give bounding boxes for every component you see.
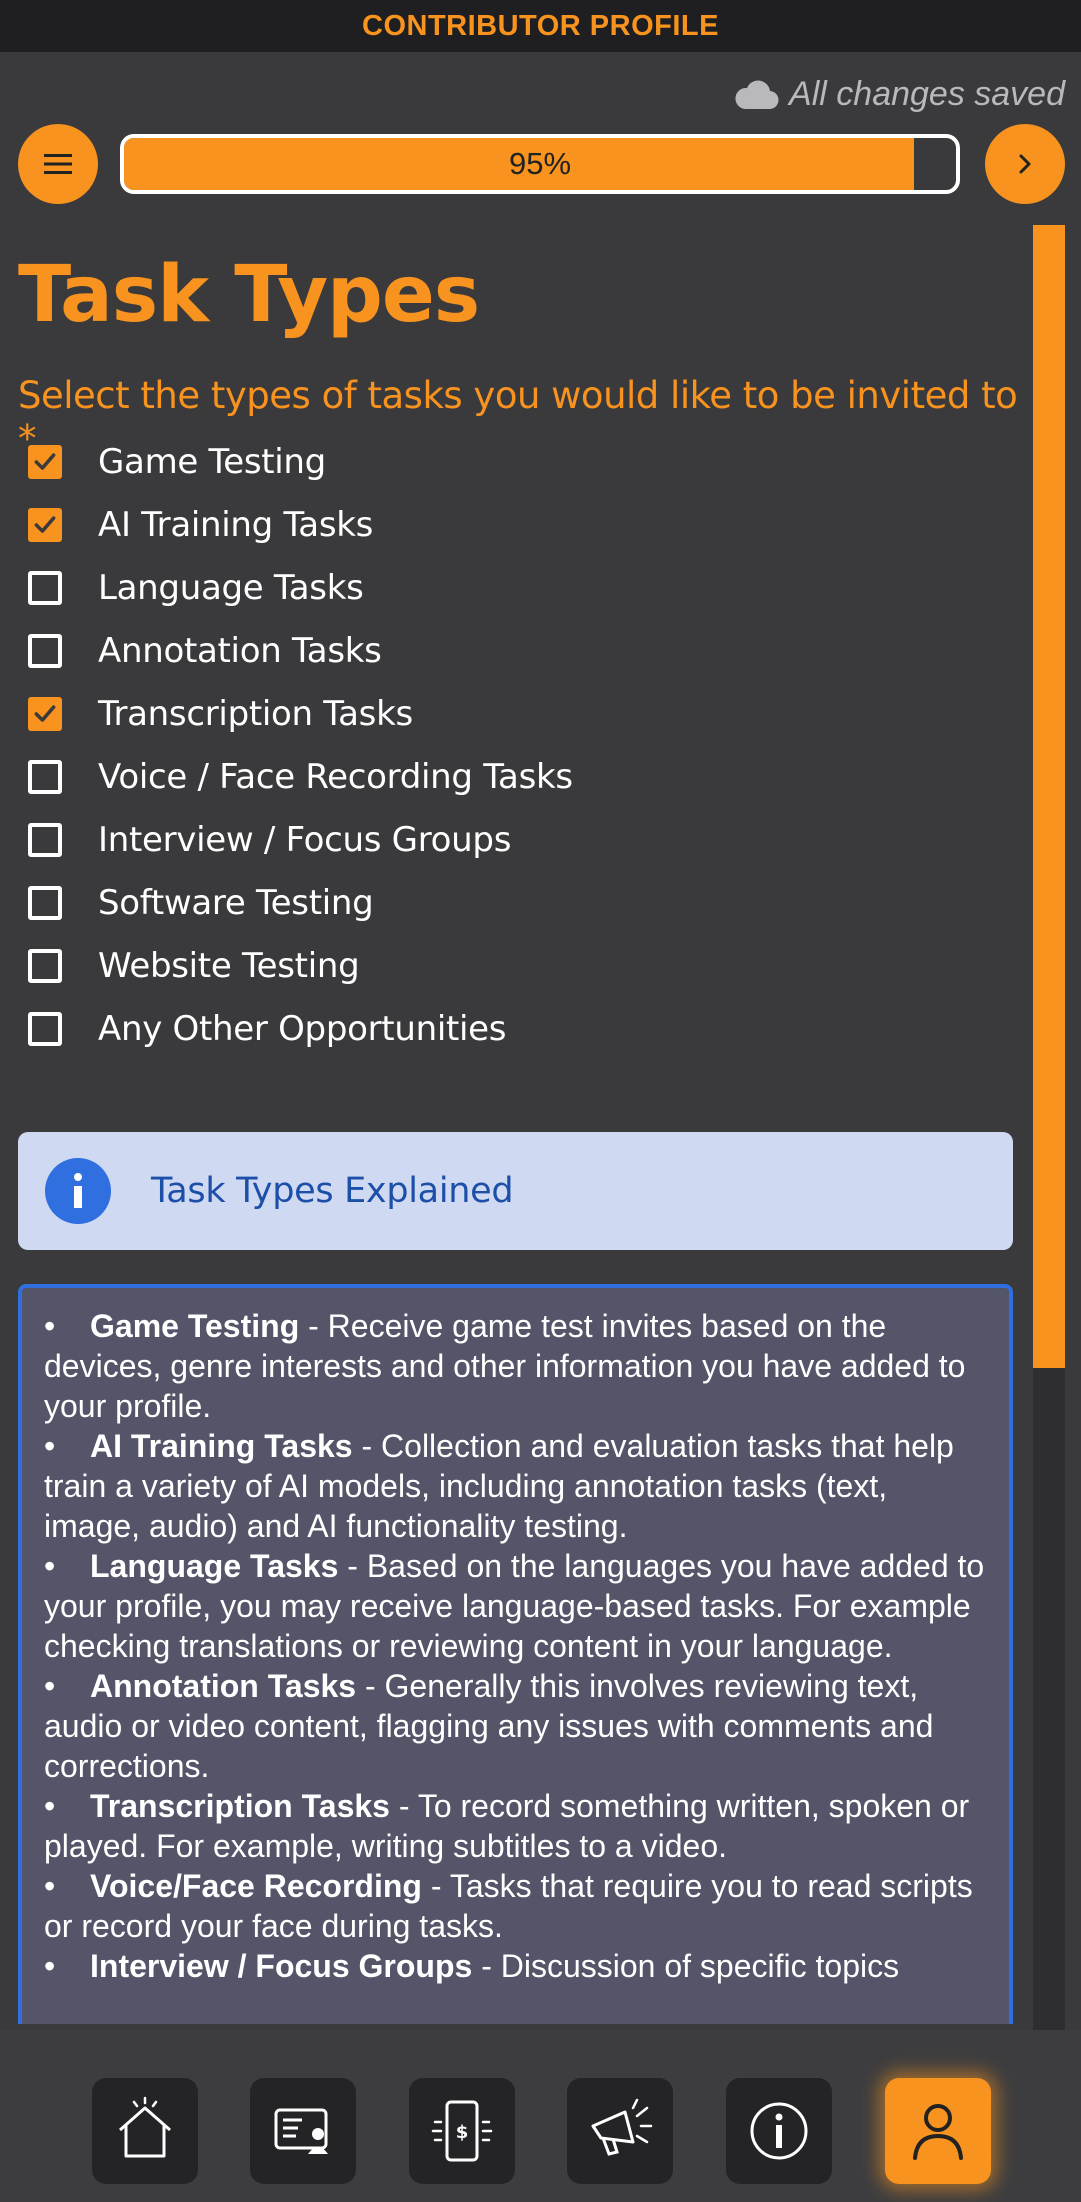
task-option-label: Transcription Tasks [98, 693, 413, 734]
task-option-label: AI Training Tasks [98, 504, 374, 545]
user-icon [913, 2104, 963, 2160]
explanation-item: Language Tasks - Based on the languages … [44, 1546, 987, 1666]
task-option-label: Language Tasks [98, 567, 364, 608]
nav-button-payment-phone[interactable]: $ [409, 2078, 515, 2184]
explanation-term: Annotation Tasks [90, 1668, 357, 1704]
task-option-label: Interview / Focus Groups [98, 819, 512, 860]
payment-phone-icon: $ [431, 2100, 493, 2162]
svg-text:$: $ [456, 2122, 469, 2143]
checkbox-unchecked[interactable] [28, 822, 62, 857]
task-option[interactable]: Voice / Face Recording Tasks [28, 745, 573, 808]
bottom-navigation: $ [0, 2030, 1081, 2202]
explanation-list: Game Testing - Receive game test invites… [22, 1288, 1009, 1986]
nav-button-profile-card[interactable] [250, 2078, 356, 2184]
hamburger-icon [44, 154, 72, 174]
menu-button[interactable] [18, 124, 98, 204]
nav-button-home[interactable] [92, 2078, 198, 2184]
explanation-text: - Discussion of specific topics [472, 1948, 900, 1984]
checkbox-unchecked[interactable] [28, 633, 62, 668]
task-option-label: Any Other Opportunities [98, 1008, 507, 1049]
checkbox-checked[interactable] [28, 444, 62, 479]
chevron-right-icon [1019, 154, 1031, 174]
scrollbar[interactable] [1033, 225, 1065, 2030]
nav-button-info[interactable] [726, 2078, 832, 2184]
explanation-term: Transcription Tasks [90, 1788, 390, 1824]
task-type-options: Game Testing AI Training Tasks Language Ta… [28, 430, 573, 1060]
profile-card-icon [274, 2108, 328, 2154]
nav-button-user[interactable] [885, 2078, 991, 2184]
task-option-label: Website Testing [98, 945, 360, 986]
cloud-icon [735, 80, 779, 110]
scrollbar-thumb[interactable] [1033, 225, 1065, 1368]
checkbox-unchecked[interactable] [28, 759, 62, 794]
checkbox-unchecked[interactable] [28, 885, 62, 920]
task-option-label: Annotation Tasks [98, 630, 382, 671]
task-option[interactable]: Game Testing [28, 430, 573, 493]
save-status: All changes saved [735, 70, 1065, 118]
megaphone-icon [591, 2098, 653, 2156]
explanation-item: AI Training Tasks - Collection and evalu… [44, 1426, 987, 1546]
explanation-item: Game Testing - Receive game test invites… [44, 1306, 987, 1426]
explanation-item: Transcription Tasks - To record somethin… [44, 1786, 987, 1866]
progress-label: 95% [508, 146, 572, 181]
checkbox-unchecked[interactable] [28, 570, 62, 605]
task-option-label: Software Testing [98, 882, 374, 923]
home-icon [119, 2096, 171, 2158]
explanation-term: Language Tasks [90, 1548, 339, 1584]
save-status-text: All changes saved [789, 74, 1065, 113]
checkbox-checked[interactable] [28, 696, 62, 731]
nav-button-megaphone[interactable] [567, 2078, 673, 2184]
info-label: Task Types Explained [151, 1171, 514, 1211]
next-button[interactable] [985, 124, 1065, 204]
task-option[interactable]: AI Training Tasks [28, 493, 573, 556]
task-types-explanation: Game Testing - Receive game test invites… [18, 1284, 1013, 2024]
task-option-label: Voice / Face Recording Tasks [98, 756, 573, 797]
checkbox-checked[interactable] [28, 507, 62, 542]
task-option[interactable]: Any Other Opportunities [28, 997, 573, 1060]
explanation-item: Voice/Face Recording - Tasks that requir… [44, 1866, 987, 1946]
app-title: CONTRIBUTOR PROFILE [362, 9, 719, 42]
task-option-label: Game Testing [98, 441, 326, 482]
task-option[interactable]: Transcription Tasks [28, 682, 573, 745]
explanation-item: Annotation Tasks - Generally this involv… [44, 1666, 987, 1786]
checkbox-unchecked[interactable] [28, 948, 62, 983]
task-option[interactable]: Interview / Focus Groups [28, 808, 573, 871]
explanation-term: AI Training Tasks [90, 1428, 353, 1464]
progress-bar: 95% [120, 134, 960, 194]
info-circle-icon [45, 1158, 111, 1224]
task-option[interactable]: Language Tasks [28, 556, 573, 619]
info-icon [750, 2102, 808, 2160]
checkbox-unchecked[interactable] [28, 1011, 62, 1046]
explanation-term: Voice/Face Recording [90, 1868, 422, 1904]
task-option[interactable]: Annotation Tasks [28, 619, 573, 682]
explanation-term: Interview / Focus Groups [90, 1948, 473, 1984]
task-option[interactable]: Software Testing [28, 871, 573, 934]
explanation-item: Interview / Focus Groups - Discussion of… [44, 1946, 987, 1986]
page-title: Task Types [18, 250, 480, 340]
task-types-explained-button[interactable]: Task Types Explained [18, 1132, 1013, 1250]
task-option[interactable]: Website Testing [28, 934, 573, 997]
top-bar: CONTRIBUTOR PROFILE [0, 0, 1081, 52]
explanation-term: Game Testing [90, 1308, 300, 1344]
